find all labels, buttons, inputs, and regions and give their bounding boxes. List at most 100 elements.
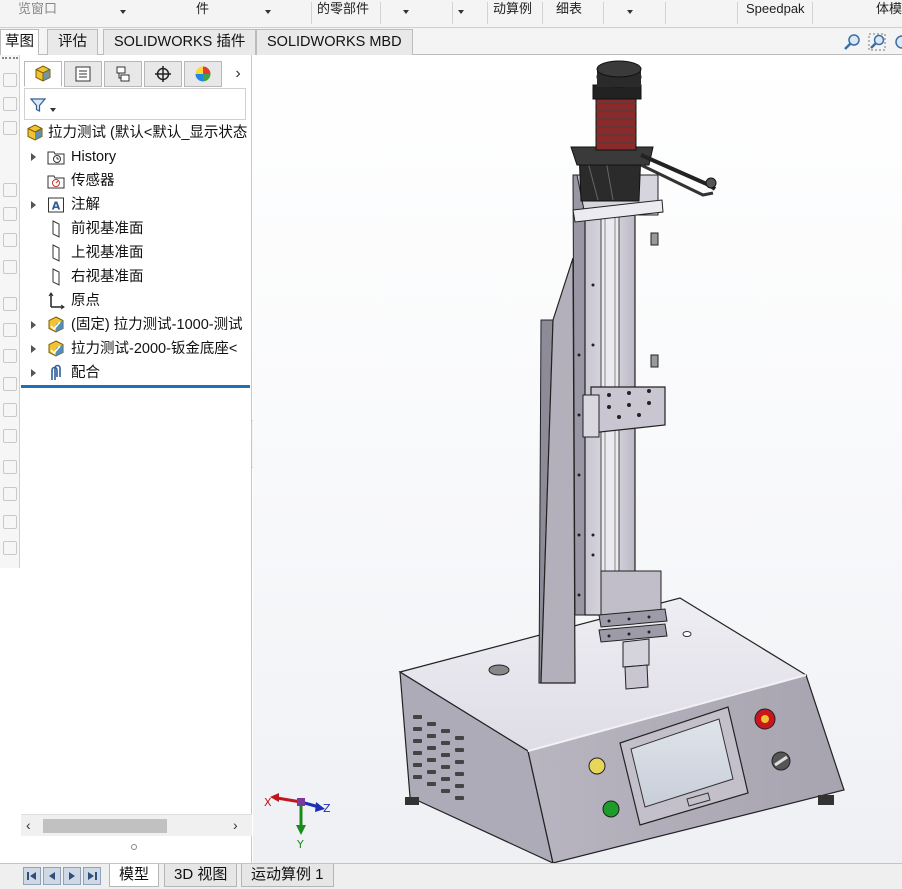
horizontal-scrollbar[interactable]: ‹ › bbox=[21, 814, 252, 836]
tool-icon[interactable] bbox=[3, 377, 17, 391]
tensile-tester-model[interactable]: X Y Z bbox=[253, 55, 902, 863]
chevron-down-icon[interactable] bbox=[403, 10, 409, 14]
tab-property-manager[interactable] bbox=[64, 61, 102, 87]
sensor-icon bbox=[47, 175, 65, 189]
ribbon-divider bbox=[542, 2, 543, 24]
tool-icon[interactable] bbox=[3, 121, 17, 135]
tree-item-mates[interactable]: 配合 bbox=[21, 361, 252, 385]
expand-arrow-icon[interactable] bbox=[31, 321, 36, 329]
tool-icon[interactable] bbox=[3, 73, 17, 87]
expand-arrow-icon[interactable] bbox=[31, 369, 36, 377]
filter-icon[interactable] bbox=[30, 97, 46, 113]
scroll-right-icon[interactable]: › bbox=[233, 817, 238, 833]
scroll-left-icon[interactable]: ‹ bbox=[26, 817, 31, 833]
tab-configuration-manager[interactable] bbox=[104, 61, 142, 87]
tool-icon[interactable] bbox=[3, 541, 17, 555]
tab-solidworks-addins[interactable]: SOLIDWORKS 插件 bbox=[103, 29, 257, 55]
panel-resize-handle[interactable] bbox=[131, 844, 137, 850]
feature-manager-tree-icon bbox=[35, 65, 51, 82]
ribbon-item-preview-window[interactable]: 览窗口 bbox=[18, 0, 57, 26]
ribbon-item-components[interactable]: 的零部件 bbox=[317, 0, 369, 26]
tree-item-root-assembly[interactable]: 拉力测试 (默认<默认_显示状态 bbox=[21, 121, 252, 145]
expand-arrow-icon[interactable] bbox=[31, 201, 36, 209]
tool-icon[interactable] bbox=[3, 515, 17, 529]
last-tab-button[interactable] bbox=[83, 867, 101, 885]
drag-handle[interactable] bbox=[2, 57, 18, 60]
first-icon bbox=[27, 872, 36, 880]
ribbon-divider bbox=[452, 2, 453, 24]
tree-item-top-plane[interactable]: 上视基准面 bbox=[21, 241, 252, 265]
x-axis-label: X bbox=[264, 796, 272, 809]
scrollbar-thumb[interactable] bbox=[43, 819, 167, 833]
chevron-down-icon[interactable] bbox=[627, 10, 633, 14]
expand-arrow-icon[interactable] bbox=[31, 345, 36, 353]
ribbon-divider bbox=[380, 2, 381, 24]
dimxpert-icon bbox=[155, 66, 171, 82]
tool-icon[interactable] bbox=[3, 183, 17, 197]
tab-evaluate[interactable]: 评估 bbox=[47, 29, 98, 55]
tool-icon[interactable] bbox=[3, 233, 17, 247]
tool-icon[interactable] bbox=[3, 97, 17, 111]
tree-item-subassembly-2000[interactable]: 拉力测试-2000-钣金底座< bbox=[21, 337, 252, 361]
tab-3d-views[interactable]: 3D 视图 bbox=[164, 864, 238, 887]
tree-item-right-plane[interactable]: 右视基准面 bbox=[21, 265, 252, 289]
previous-view-icon[interactable] bbox=[893, 33, 902, 51]
ribbon-item-model[interactable]: 体模 bbox=[876, 0, 902, 26]
tool-icon[interactable] bbox=[3, 403, 17, 417]
mates-icon bbox=[51, 364, 61, 380]
zoom-to-area-icon[interactable] bbox=[868, 33, 886, 51]
ribbon-item-motion-study[interactable]: 动算例 bbox=[493, 0, 532, 26]
tool-icon[interactable] bbox=[3, 429, 17, 443]
tab-sketch[interactable]: 草图 bbox=[0, 29, 39, 55]
tool-icon[interactable] bbox=[3, 260, 17, 274]
next-tab-button[interactable] bbox=[63, 867, 81, 885]
rollback-bar[interactable] bbox=[21, 385, 250, 388]
chevron-right-icon[interactable]: › bbox=[231, 65, 245, 83]
previous-tab-button[interactable] bbox=[43, 867, 61, 885]
ribbon-item-bom[interactable]: 细表 bbox=[556, 0, 582, 26]
tab-motion-study-1[interactable]: 运动算例 1 bbox=[241, 864, 334, 887]
tree-item-sensors[interactable]: 传感器 bbox=[21, 169, 252, 193]
tree-item-label: History bbox=[71, 149, 117, 165]
chevron-down-icon[interactable] bbox=[120, 10, 126, 14]
first-tab-button[interactable] bbox=[23, 867, 41, 885]
tool-icon[interactable] bbox=[3, 323, 17, 337]
tool-icon[interactable] bbox=[3, 460, 17, 474]
feature-filter-input[interactable] bbox=[24, 88, 246, 120]
chevron-down-icon[interactable] bbox=[458, 10, 464, 14]
graphics-viewport[interactable]: X Y Z bbox=[253, 55, 902, 863]
tab-solidworks-mbd[interactable]: SOLIDWORKS MBD bbox=[256, 29, 413, 55]
subassembly-icon bbox=[48, 316, 64, 333]
tab-feature-manager[interactable] bbox=[24, 61, 62, 87]
subassembly-icon bbox=[48, 340, 64, 357]
tree-item-label: 右视基准面 bbox=[71, 269, 144, 285]
svg-text:A: A bbox=[52, 200, 61, 213]
chevron-down-icon[interactable] bbox=[265, 10, 271, 14]
tree-item-history[interactable]: History bbox=[21, 145, 252, 169]
ribbon-item-part[interactable]: 件 bbox=[196, 0, 209, 26]
configuration-manager-icon bbox=[116, 66, 130, 82]
previous-icon bbox=[49, 872, 55, 880]
tree-item-front-plane[interactable]: 前视基准面 bbox=[21, 217, 252, 241]
tree-item-subassembly-1000[interactable]: (固定) 拉力测试-1000-测试 bbox=[21, 313, 252, 337]
tree-item-label: 拉力测试 (默认<默认_显示状态 bbox=[48, 125, 248, 141]
tool-icon[interactable] bbox=[3, 207, 17, 221]
tool-icon[interactable] bbox=[3, 297, 17, 311]
ribbon-item-speedpak[interactable]: Speedpak bbox=[746, 0, 805, 26]
tree-item-label: (固定) 拉力测试-1000-测试 bbox=[71, 317, 243, 333]
zoom-to-fit-icon[interactable] bbox=[843, 33, 861, 51]
tab-model[interactable]: 模型 bbox=[109, 864, 160, 887]
tree-item-annotations[interactable]: A 注解 bbox=[21, 193, 252, 217]
tab-dimxpert[interactable] bbox=[144, 61, 182, 87]
tree-item-origin[interactable]: 原点 bbox=[21, 289, 252, 313]
tool-icon[interactable] bbox=[3, 349, 17, 363]
tree-item-label: 传感器 bbox=[71, 173, 115, 189]
chevron-down-icon[interactable] bbox=[50, 108, 56, 112]
tree-item-label: 拉力测试-2000-钣金底座< bbox=[71, 341, 238, 357]
tool-icon[interactable] bbox=[3, 487, 17, 501]
tab-display-manager[interactable] bbox=[184, 61, 222, 87]
origin-icon bbox=[48, 292, 65, 310]
expand-arrow-icon[interactable] bbox=[31, 153, 36, 161]
y-axis-label: Y bbox=[296, 838, 304, 851]
ribbon-toolbar: 览窗口 件 的零部件 动算例 细表 Speedpak 体模 bbox=[0, 0, 902, 28]
